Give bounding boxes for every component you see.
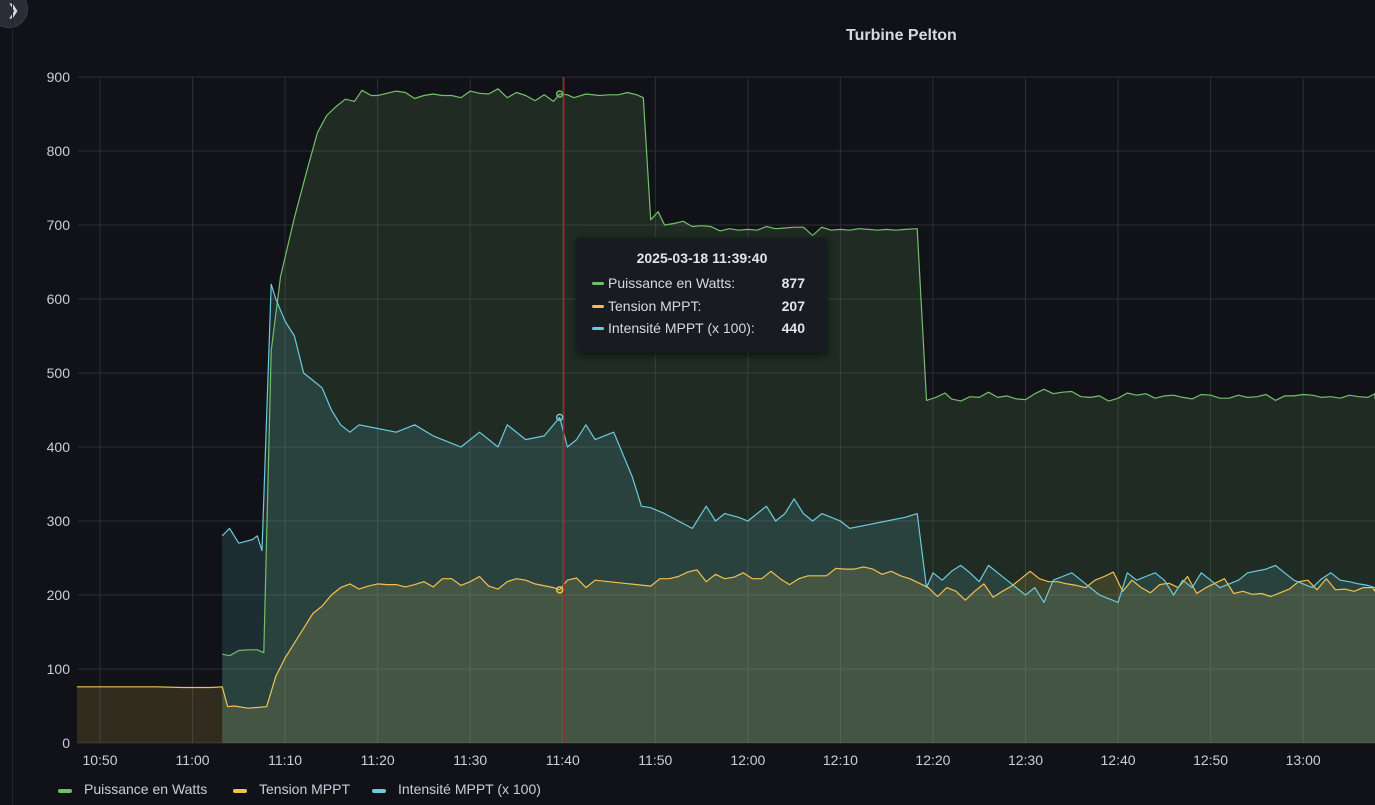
legend-swatch xyxy=(233,789,247,793)
tooltip-value: 440 xyxy=(781,320,805,336)
tooltip-value: 877 xyxy=(781,275,805,291)
y-tick-label: 200 xyxy=(47,587,71,603)
y-tick-label: 800 xyxy=(47,143,71,159)
x-tick-label: 12:40 xyxy=(1101,752,1136,768)
y-tick-label: 900 xyxy=(47,69,71,85)
time-series-chart[interactable]: 0100200300400500600700800900 10:50 11:00 1… xyxy=(0,0,1375,805)
tooltip-time: 2025-03-18 11:39:40 xyxy=(636,250,768,266)
legend-swatch xyxy=(372,789,386,793)
x-tick-label: 13:00 xyxy=(1286,752,1321,768)
tooltip-label: Tension MPPT: xyxy=(608,298,702,314)
y-tick-label: 600 xyxy=(47,291,71,307)
x-tick-label: 12:20 xyxy=(915,752,950,768)
y-tick-label: 0 xyxy=(62,735,70,751)
legend-swatch xyxy=(58,789,72,793)
tooltip-row-power: Puissance en Watts: 877 xyxy=(592,275,817,295)
y-tick-label: 700 xyxy=(47,217,71,233)
x-tick-label: 12:50 xyxy=(1193,752,1228,768)
x-tick-label: 11:50 xyxy=(638,752,672,768)
tooltip-value: 207 xyxy=(781,298,805,314)
y-axis: 0 100 200 300 400 500 600 700 800 900 xyxy=(47,69,71,751)
x-tick-label: 12:10 xyxy=(823,752,858,768)
x-tick-label: 12:00 xyxy=(730,752,765,768)
tooltip-swatch xyxy=(592,282,604,285)
tooltip-row-voltage: Tension MPPT: 207 xyxy=(592,298,817,318)
y-tick-label: 500 xyxy=(47,365,71,381)
legend-label: Puissance en Watts xyxy=(84,781,208,797)
hover-tooltip: 2025-03-18 11:39:40 Puissance en Watts: … xyxy=(577,238,827,353)
x-tick-label: 11:40 xyxy=(546,752,580,768)
tooltip-row-current: Intensité MPPT (x 100): 440 xyxy=(592,320,817,340)
x-axis: 10:50 11:00 11:10 11:20 11:30 11:40 11:50 12:00… xyxy=(82,752,1320,768)
y-tick-label: 100 xyxy=(47,661,71,677)
tooltip-label: Puissance en Watts: xyxy=(608,275,736,291)
series-areas xyxy=(76,88,1375,743)
y-tick-label: 300 xyxy=(47,513,71,529)
x-tick-label: 11:10 xyxy=(268,752,302,768)
x-tick-label: 11:00 xyxy=(176,752,210,768)
legend-label: Tension MPPT xyxy=(259,781,351,797)
x-tick-label: 11:30 xyxy=(453,752,487,768)
x-tick-label: 12:30 xyxy=(1008,752,1043,768)
x-tick-label: 10:50 xyxy=(82,752,117,768)
tooltip-swatch xyxy=(592,305,604,308)
tooltip-swatch xyxy=(592,327,604,330)
legend-label: Intensité MPPT (x 100) xyxy=(398,781,541,797)
tooltip-label: Intensité MPPT (x 100): xyxy=(608,320,755,336)
x-tick-label: 11:20 xyxy=(361,752,395,768)
y-tick-label: 400 xyxy=(47,439,71,455)
